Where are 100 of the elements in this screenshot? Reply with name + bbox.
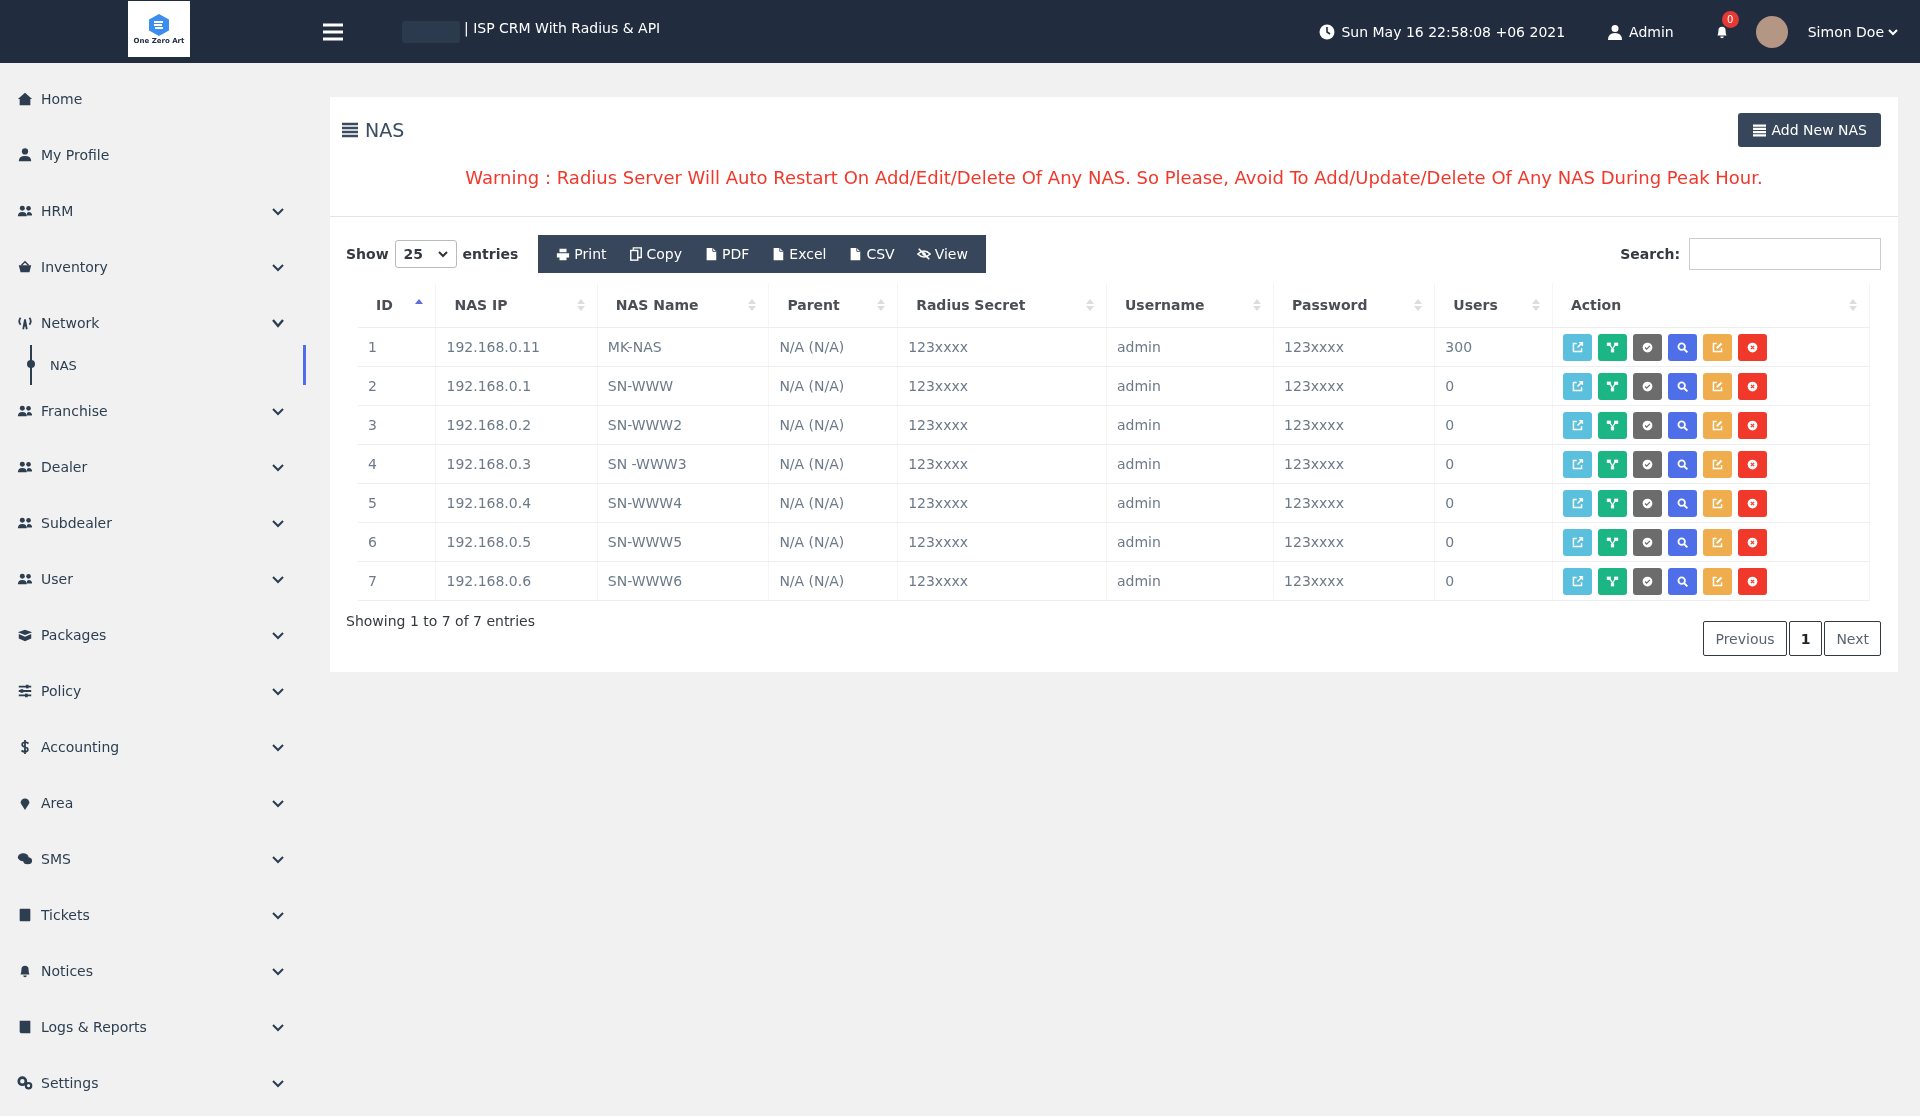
export-button[interactable]: Copy [617,235,694,273]
menu-icon[interactable] [322,22,344,41]
add-button[interactable]: Add New NAS [1737,113,1881,147]
user-icon [1607,23,1624,40]
sidebar-item[interactable]: Logs & Reports [0,999,308,1055]
action-button[interactable] [1667,450,1697,478]
table-cell: 0 [1434,483,1553,523]
action-button[interactable] [1667,528,1697,556]
warning-text: Warning : Radius Server Will Auto Restart On Add/Edit/Delete Of Any NAS. So Please, Avoid To Add/Update/Delete Of Any NAS During Peak Hour. [330,147,1898,217]
sidebar-item[interactable]: SMS [0,831,308,887]
action-button[interactable] [1632,372,1662,400]
chevron-down-icon[interactable] [272,741,284,753]
sidebar-item[interactable]: Home [0,71,308,127]
pagination-button[interactable]: Previous [1703,621,1787,656]
sidebar-item[interactable]: Policy [0,663,308,719]
export-button[interactable]: PDF [693,235,761,273]
sidebar-item[interactable]: Network [0,295,308,351]
action-button[interactable] [1737,333,1767,361]
column-header[interactable]: Radius Secret [916,297,1026,313]
action-button[interactable] [1597,450,1627,478]
sidebar-item[interactable]: HRM [0,183,308,239]
column-header[interactable]: Action [1570,297,1622,313]
export-button[interactable]: CSV [837,235,906,273]
action-button[interactable] [1667,567,1697,595]
check-circle-icon [1640,379,1654,393]
chevron-down-icon[interactable] [272,909,284,921]
table-cell: SN-WWW5 [597,522,769,562]
entries-select[interactable]: 25 [394,240,457,268]
table-cell: 192.168.0.11 [435,327,598,367]
export-button[interactable]: Print [545,235,618,273]
users-icon [17,571,33,587]
user-icon [17,147,33,163]
table-cell: 123xxxx [1273,366,1435,406]
action-button[interactable] [1632,411,1662,439]
action-button[interactable] [1737,528,1767,556]
chevron-down-icon[interactable] [272,317,284,329]
action-button[interactable] [1597,489,1627,517]
sidebar-subitem[interactable]: NAS [50,357,77,373]
sidebar-item[interactable]: Settings [0,1055,308,1111]
chevron-down-icon[interactable] [272,461,284,473]
action-button[interactable] [1737,372,1767,400]
column-header[interactable]: ID [376,297,393,313]
action-button[interactable] [1632,567,1662,595]
sidebar-item[interactable]: Notices [0,943,308,999]
chevron-down-icon[interactable] [272,573,284,585]
sidebar-item[interactable]: Inventory [0,239,308,295]
column-header[interactable]: Parent [787,297,840,313]
chevron-down-icon[interactable] [272,965,284,977]
column-header[interactable]: NAS Name [615,297,699,313]
chevron-down-icon[interactable] [272,797,284,809]
column-header[interactable]: Username [1124,297,1205,313]
chevron-down-icon[interactable] [272,517,284,529]
action-button[interactable] [1597,528,1627,556]
sidebar-item[interactable]: Dealer [0,439,308,495]
export-button[interactable]: View [905,235,979,273]
action-button[interactable] [1737,450,1767,478]
search-field[interactable] [1689,238,1881,270]
action-button[interactable] [1667,333,1697,361]
action-button[interactable] [1632,450,1662,478]
action-button[interactable] [1667,489,1697,517]
chevron-down-icon[interactable] [272,629,284,641]
pagination-button[interactable]: Next [1824,621,1881,656]
action-button[interactable] [1597,411,1627,439]
table-cell: 192.168.0.3 [435,444,598,484]
action-button[interactable] [1597,567,1627,595]
column-header[interactable]: NAS IP [454,297,508,313]
chevron-down-icon[interactable] [272,205,284,217]
avatar[interactable] [1755,15,1788,48]
pagination-button[interactable]: 1 [1788,621,1823,656]
sidebar-item[interactable]: Franchise [0,383,308,439]
chevron-down-icon[interactable] [272,261,284,273]
chevron-down-icon[interactable] [272,685,284,697]
sidebar-item[interactable]: Subdealer [0,495,308,551]
chevron-down-icon[interactable] [272,853,284,865]
action-button[interactable] [1632,489,1662,517]
export-button[interactable]: Excel [760,235,838,273]
sidebar-item[interactable]: Tickets [0,887,308,943]
table-cell: 0 [1434,561,1553,601]
action-button[interactable] [1737,411,1767,439]
table-cell: 7 [358,561,436,601]
action-button[interactable] [1632,333,1662,361]
user-menu[interactable]: Simon Doe [1801,22,1904,41]
sidebar-item[interactable]: Packages [0,607,308,663]
chevron-down-icon[interactable] [272,1077,284,1089]
action-button[interactable] [1667,372,1697,400]
action-button[interactable] [1737,489,1767,517]
column-header[interactable]: Password [1292,297,1368,313]
sidebar-item[interactable]: User [0,551,308,607]
edit-icon [1710,496,1724,510]
action-button[interactable] [1667,411,1697,439]
sidebar-item[interactable]: Area [0,775,308,831]
action-button[interactable] [1597,372,1627,400]
sidebar-item[interactable]: Accounting [0,719,308,775]
column-header[interactable]: Users [1453,297,1498,313]
chevron-down-icon[interactable] [272,1021,284,1033]
action-button[interactable] [1632,528,1662,556]
chevron-down-icon[interactable] [272,405,284,417]
action-button[interactable] [1737,567,1767,595]
action-button[interactable] [1597,333,1627,361]
sidebar-item[interactable]: My Profile [0,127,308,183]
